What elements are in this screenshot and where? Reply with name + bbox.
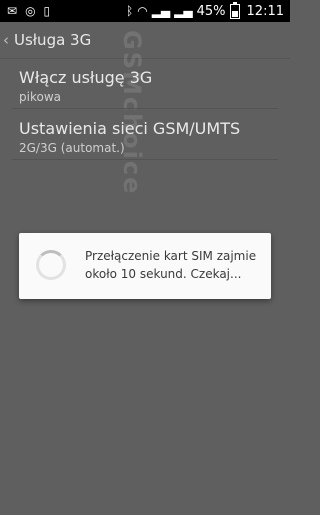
sim-card-icon: ▯ <box>43 4 51 18</box>
setting-subtitle: 2G/3G (automat.) <box>19 141 125 155</box>
back-chevron-icon[interactable]: ‹ <box>3 31 9 49</box>
setting-network-mode[interactable]: Ustawienia sieci GSM/UMTS 2G/3G (automat… <box>19 119 240 155</box>
status-right-icons: ᛒ ◠ ▂▄ ▂▄ 45% 12:11 <box>126 1 284 20</box>
signal-icon: ▂▄ <box>174 4 193 18</box>
bluetooth-icon: ᛒ <box>126 4 134 18</box>
row-divider <box>12 108 278 109</box>
dialog-message: Przełączenie kart SIM zajmie około 10 se… <box>85 249 257 281</box>
watermark: GSMchoice <box>118 30 146 196</box>
setting-title: Włącz usługę 3G <box>19 68 153 87</box>
setting-title: Ustawienia sieci GSM/UMTS <box>19 119 241 138</box>
wifi-icon: ◠ <box>137 4 148 18</box>
signal-icon: ▂▄ <box>151 4 171 18</box>
clock: 12:11 <box>246 3 284 19</box>
setting-enable-3g[interactable]: Włącz usługę 3G pikowa <box>19 68 152 104</box>
progress-dialog: Przełączenie kart SIM zajmie około 10 se… <box>19 233 271 299</box>
loading-spinner-icon <box>36 250 66 280</box>
status-left-icons: ✉ ◎ ▯ <box>7 2 50 20</box>
page-title[interactable]: Usługa 3G <box>14 31 91 49</box>
battery-percent: 45% <box>196 3 226 19</box>
row-divider <box>12 159 278 160</box>
setting-subtitle: pikowa <box>19 90 61 104</box>
target-icon: ◎ <box>25 4 36 18</box>
battery-icon <box>229 1 240 19</box>
notification-icon: ✉ <box>7 4 18 18</box>
status-bar: ✉ ◎ ▯ ᛒ ◠ ▂▄ ▂▄ 45% 12:11 <box>0 0 290 22</box>
